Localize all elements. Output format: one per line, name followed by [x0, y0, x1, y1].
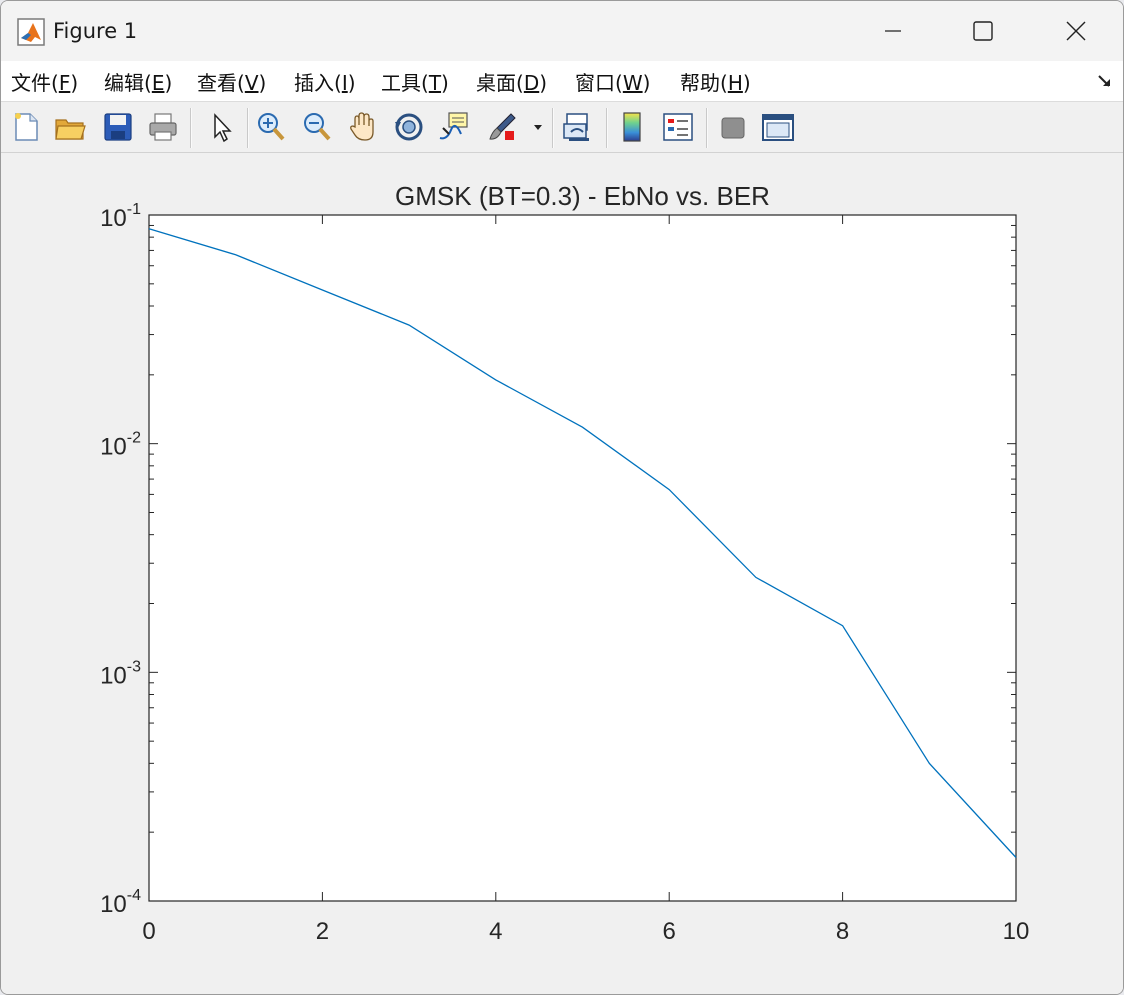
toolbar-separator — [190, 108, 192, 148]
toolbar-separator — [552, 108, 554, 148]
dock-arrow-icon[interactable] — [1097, 73, 1113, 89]
menu-insert[interactable]: 插入(I) — [294, 67, 356, 96]
pan-hand-icon[interactable] — [346, 110, 380, 144]
matlab-logo-icon — [17, 18, 45, 46]
show-plot-tools-icon[interactable] — [761, 110, 795, 144]
figure-window: Figure 1 文件(F) 编辑(E) 查看(V) 插入(I) 工具(T) 桌… — [0, 0, 1124, 995]
menu-window[interactable]: 窗口(W) — [575, 67, 650, 96]
plot-svg: 10-4 10-3 10-2 10-1 0 2 4 6 8 10 GMSK (BT=0.3) - E… — [100, 181, 1029, 945]
menu-help[interactable]: 帮助(H) — [680, 67, 751, 96]
legend-icon[interactable] — [661, 110, 695, 144]
rotate-3d-icon[interactable] — [392, 110, 426, 144]
zoom-out-icon[interactable] — [300, 110, 334, 144]
chart-title: GMSK (BT=0.3) - EbNo vs. BER — [395, 181, 770, 211]
x-tick-label: 4 — [489, 918, 502, 945]
toolbar-separator — [606, 108, 608, 148]
data-cursor-icon[interactable] — [437, 110, 471, 144]
y-tick-label: 10-3 — [100, 658, 141, 689]
menu-bar: 文件(F) 编辑(E) 查看(V) 插入(I) 工具(T) 桌面(D) 窗口(W… — [1, 61, 1123, 102]
new-figure-icon[interactable] — [9, 110, 43, 144]
maximize-icon — [973, 21, 993, 41]
toolbar-separator — [706, 108, 708, 148]
y-tick-label: 10-4 — [100, 887, 141, 918]
menu-desktop[interactable]: 桌面(D) — [476, 67, 547, 96]
menu-tools[interactable]: 工具(T) — [381, 67, 449, 96]
colorbar-icon[interactable] — [615, 110, 649, 144]
axes[interactable]: 10-4 10-3 10-2 10-1 0 2 4 6 8 10 GMSK (BT=0.3) - E… — [100, 181, 1029, 945]
hide-plot-tools-icon[interactable] — [716, 110, 750, 144]
minimize-icon — [885, 30, 901, 32]
zoom-in-icon[interactable] — [254, 110, 288, 144]
figure-toolbar — [1, 102, 1123, 153]
figure-canvas: 10-4 10-3 10-2 10-1 0 2 4 6 8 10 GMSK (BT=0.3) - E… — [1, 153, 1123, 994]
brush-icon[interactable] — [487, 110, 521, 144]
print-icon[interactable] — [146, 110, 180, 144]
maximize-button[interactable] — [937, 1, 1029, 61]
plot-area — [149, 215, 1016, 901]
edit-plot-arrow-icon[interactable] — [204, 110, 238, 144]
x-tick-label: 10 — [1003, 918, 1030, 945]
link-plot-icon[interactable] — [561, 110, 595, 144]
title-bar[interactable]: Figure 1 — [1, 1, 1123, 61]
x-tick-label: 2 — [316, 918, 329, 945]
x-tick-label: 0 — [142, 918, 155, 945]
menu-view[interactable]: 查看(V) — [197, 67, 266, 96]
brush-dropdown-icon[interactable] — [529, 110, 547, 144]
menu-edit[interactable]: 编辑(E) — [104, 67, 172, 96]
open-file-icon[interactable] — [53, 110, 87, 144]
window-title: Figure 1 — [53, 19, 138, 43]
close-button[interactable] — [1030, 1, 1122, 61]
y-tick-label: 10-2 — [100, 430, 141, 461]
toolbar-separator — [247, 108, 249, 148]
close-icon — [1066, 21, 1086, 41]
minimize-button[interactable] — [847, 1, 939, 61]
y-tick-label: 10-1 — [100, 201, 141, 232]
menu-file[interactable]: 文件(F) — [11, 67, 78, 96]
x-tick-label: 6 — [663, 918, 676, 945]
x-tick-label: 8 — [836, 918, 849, 945]
save-icon[interactable] — [101, 110, 135, 144]
